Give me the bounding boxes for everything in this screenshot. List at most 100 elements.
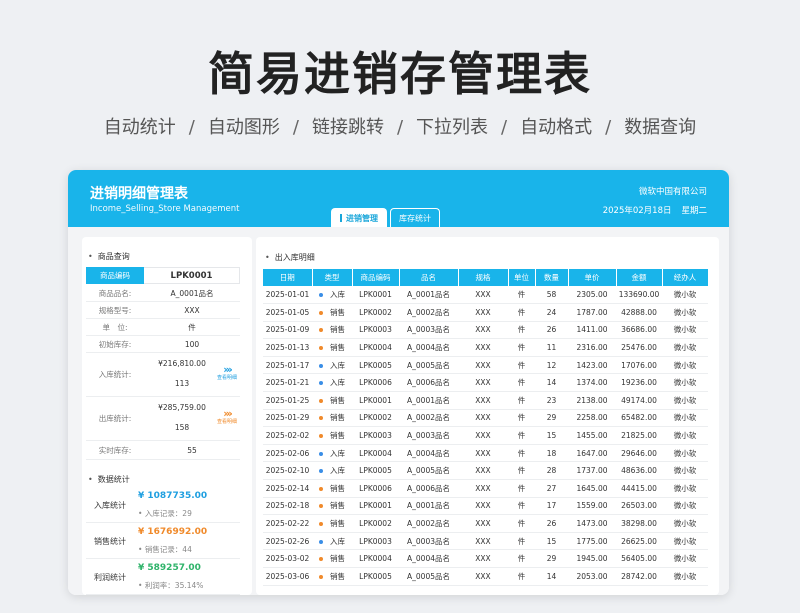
cell-date: 2025-02-26 (263, 532, 312, 551)
cell-code: LPK0006 (352, 479, 399, 498)
cell-date: 2025-01-13 (263, 338, 312, 357)
cell-type: 销售 (312, 426, 352, 445)
out-stats-qty: 158 (174, 423, 190, 432)
sale-type-dot-icon (319, 557, 323, 562)
table-row[interactable]: 2025-01-29 销售 LPK0002 A_0002品名 XXX 件 29 2258.00… (263, 409, 708, 428)
table-row[interactable]: 2025-02-18 销售 LPK0001 A_0001品名 XXX 件 17 1559.00… (263, 497, 708, 516)
date-text: 2025年02月18日 (602, 206, 672, 216)
cell-date: 2025-01-01 (263, 286, 312, 305)
cell-amount: 49174.00 (616, 391, 662, 410)
cell-price: 2138.00 (568, 391, 616, 410)
cell-unit: 件 (508, 549, 535, 568)
out-detail-link[interactable]: ››› 查看明细 (216, 407, 238, 426)
cell-code: LPK0002 (352, 409, 399, 428)
initial-stock-label: 初始库存: (98, 339, 132, 349)
cell-price: 1473.00 (568, 514, 616, 533)
cell-qty: 29 (535, 549, 568, 568)
table-row[interactable]: 2025-01-01 入库 LPK0001 A_0001品名 XXX 件 58 2305.00… (263, 286, 708, 305)
cell-amount: 44415.00 (616, 479, 662, 498)
cell-spec: XXX (458, 303, 508, 322)
cell-name: A_0006品名 (399, 479, 458, 498)
table-row[interactable]: 2025-02-22 销售 LPK0002 A_0002品名 XXX 件 26 1473.00… (263, 514, 708, 533)
cell-price: 1787.00 (568, 303, 616, 322)
type-label: 入库 (330, 290, 345, 300)
table-row[interactable]: 2025-02-06 入库 LPK0004 A_0004品名 XXX 件 18 1647.00… (263, 444, 708, 463)
cell-unit: 件 (508, 356, 535, 375)
cell-unit: 件 (508, 391, 535, 410)
col-header-handler: 经办人 (662, 269, 709, 286)
cell-price: 1559.00 (568, 497, 616, 516)
sale-type-dot-icon (319, 522, 323, 527)
cell-handler: 微小软 (662, 461, 708, 481)
table-row[interactable]: 2025-01-13 销售 LPK0004 A_0004品名 XXX 件 11 2316.00… (263, 338, 708, 357)
table-row[interactable]: 2025-01-17 入库 LPK0005 A_0005品名 XXX 件 12 1423.00… (263, 356, 708, 375)
left-sidebar-card: 商品查询 商品编码 LPK0001 商品品名: A_0001品名 规格型号: X… (82, 237, 252, 595)
type-label: 入库 (330, 360, 345, 370)
cell-price: 1647.00 (568, 444, 616, 463)
table-row[interactable]: 2025-02-02 销售 LPK0003 A_0003品名 XXX 件 15 1455.00… (263, 426, 708, 445)
in-detail-link[interactable]: ››› 查看明细 (216, 364, 238, 382)
sale-type-dot-icon (319, 328, 323, 333)
cell-amount: 26503.00 (616, 497, 662, 516)
table-row[interactable]: 2025-02-26 入库 LPK0003 A_0003品名 XXX 件 15 1775.00… (263, 532, 708, 551)
double-chevron-right-icon: ››› (223, 407, 233, 420)
table-row[interactable]: 2025-01-05 销售 LPK0002 A_0002品名 XXX 件 24 1787.00… (263, 303, 708, 322)
cell-handler: 微小软 (662, 391, 708, 410)
sale-type-dot-icon (319, 310, 323, 315)
cell-name: A_0002品名 (399, 303, 458, 322)
cell-date: 2025-02-14 (263, 479, 312, 498)
cell-name: A_0002品名 (399, 409, 458, 428)
cell-handler: 微小软 (662, 426, 708, 445)
cell-amount: 36686.00 (616, 321, 662, 340)
type-label: 销售 (330, 554, 345, 564)
cell-type: 销售 (312, 303, 352, 322)
type-label: 销售 (330, 501, 345, 511)
sale-type-dot-icon (319, 416, 323, 421)
product-code-select[interactable]: LPK0001 (144, 267, 240, 284)
ledger-title: 出入库明细 (265, 252, 315, 263)
cell-spec: XXX (458, 461, 508, 481)
cell-spec: XXX (458, 338, 508, 357)
feature-dropdown: 下拉列表 (416, 117, 489, 138)
cell-code: LPK0005 (352, 356, 399, 375)
realtime-stock-value: 55 (187, 446, 197, 455)
panel-title: 进销明细管理表 (90, 186, 188, 202)
cell-unit: 件 (508, 514, 535, 533)
cell-code: LPK0004 (352, 338, 399, 357)
cell-type: 销售 (312, 391, 352, 410)
product-code-row: 商品编码 LPK0001 (86, 267, 240, 284)
table-row[interactable]: 2025-01-09 销售 LPK0003 A_0003品名 XXX 件 26 1411.00… (263, 321, 708, 340)
cell-type: 销售 (312, 409, 352, 428)
cell-handler: 微小软 (662, 303, 708, 322)
type-label: 销售 (330, 343, 345, 353)
table-row[interactable]: 2025-02-10 入库 LPK0005 A_0005品名 XXX 件 28 1737.00… (263, 461, 708, 481)
cell-date: 2025-02-10 (263, 461, 312, 481)
cell-name: A_0006品名 (399, 373, 458, 393)
col-header-date: 日期 (263, 269, 313, 286)
cell-date: 2025-01-17 (263, 356, 312, 375)
cell-amount: 25476.00 (616, 338, 662, 357)
tab-inventory-stats[interactable]: 库存统计 (390, 208, 440, 227)
cell-code: LPK0002 (352, 303, 399, 322)
tab-sales-management[interactable]: 进销管理 (331, 208, 387, 227)
date-display: 2025年02月18日 星期二 (593, 204, 707, 216)
in-total-row: 入库统计 ¥ 1087735.00 入库记录：29 (86, 487, 240, 523)
table-row[interactable]: 2025-03-02 销售 LPK0004 A_0004品名 XXX 件 29 1945.00… (263, 549, 708, 568)
company-name: 微软中国有限公司 (638, 187, 707, 197)
product-code-label: 商品编码 (86, 267, 144, 284)
cell-qty: 12 (535, 356, 568, 375)
type-label: 入库 (330, 536, 345, 546)
cell-code: LPK0004 (352, 444, 399, 463)
cell-date: 2025-02-02 (263, 426, 312, 445)
cell-spec: XXX (458, 356, 508, 375)
table-row[interactable]: 2025-02-14 销售 LPK0006 A_0006品名 XXX 件 27 1645.00… (263, 479, 708, 498)
in-record-count: 入库记录：29 (138, 508, 192, 519)
cell-qty: 15 (535, 532, 568, 551)
cell-price: 1645.00 (568, 479, 616, 498)
table-row[interactable]: 2025-01-21 入库 LPK0006 A_0006品名 XXX 件 14 1374.00… (263, 373, 708, 393)
table-row[interactable]: 2025-03-06 销售 LPK0005 A_0005品名 XXX 件 14 2053.00… (263, 567, 708, 586)
cell-amount: 38298.00 (616, 514, 662, 533)
sales-total-value: ¥ 1676992.00 (138, 527, 208, 537)
table-row[interactable]: 2025-01-25 销售 LPK0001 A_0001品名 XXX 件 23 2138.00… (263, 391, 708, 410)
initial-stock-value: 100 (184, 339, 200, 349)
